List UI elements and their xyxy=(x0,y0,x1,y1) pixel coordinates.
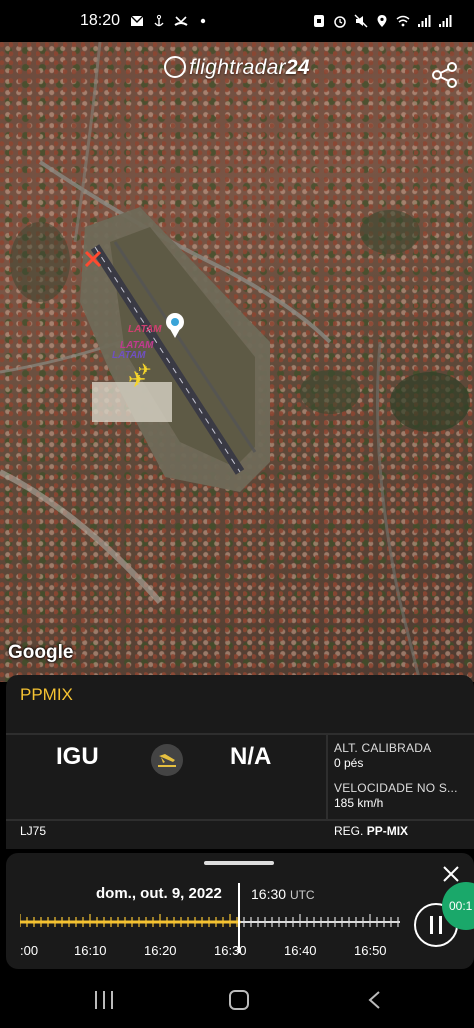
timeline-slider[interactable] xyxy=(20,913,400,931)
speed-value: 185 km/h xyxy=(334,796,384,810)
tick-label: 16:50 xyxy=(354,943,387,958)
radar-icon xyxy=(164,56,187,78)
tick-label: 16:40 xyxy=(284,943,317,958)
latam-marker[interactable]: LATAM xyxy=(112,350,146,361)
playback-date: dom., out. 9, 2022 xyxy=(96,885,222,902)
playback-time: 16:30 UTC xyxy=(251,886,315,902)
close-icon[interactable] xyxy=(442,865,460,883)
tick-label: :00 xyxy=(20,943,39,958)
latam-marker[interactable]: LATAM xyxy=(128,324,162,335)
missed-call-icon xyxy=(174,16,188,26)
reg-label: REG. xyxy=(334,824,364,838)
map-features: ✈ ✈ xyxy=(0,42,470,682)
tick-label: 16:20 xyxy=(144,943,177,958)
route-row: IGU N/A xyxy=(6,735,326,821)
share-icon[interactable] xyxy=(430,60,460,90)
speed-label: VELOCIDADE NO S... xyxy=(334,781,458,795)
status-bar: 18:20 xyxy=(0,0,474,42)
divider xyxy=(6,819,474,821)
reg-value: PP-MIX xyxy=(366,824,409,838)
playback-panel[interactable]: dom., out. 9, 2022 16:30 UTC :00 16:10 1… xyxy=(6,853,474,969)
altitude-value: 0 pés xyxy=(334,756,364,770)
anchor-icon xyxy=(154,14,164,27)
nfc-icon xyxy=(314,15,324,27)
wifi-icon xyxy=(396,15,410,27)
dot-icon xyxy=(200,18,206,24)
google-attribution: Google xyxy=(8,642,74,663)
mail-icon xyxy=(130,15,144,26)
mute-icon xyxy=(354,14,368,28)
altitude-label: ALT. CALIBRADA xyxy=(334,741,432,755)
navigation-bar xyxy=(0,972,474,1028)
drag-handle[interactable] xyxy=(204,861,274,865)
flight-number: LJ75 xyxy=(20,824,47,838)
home-button[interactable] xyxy=(229,990,249,1010)
svg-text:✈: ✈ xyxy=(138,360,151,379)
divider xyxy=(326,735,328,821)
origin-airport[interactable]: IGU xyxy=(56,743,99,771)
signal-icon xyxy=(439,15,452,27)
status-time: 18:20 xyxy=(80,12,121,29)
timezone-label: UTC xyxy=(289,888,315,902)
location-icon xyxy=(377,15,387,27)
landing-plane-icon xyxy=(151,744,183,776)
registration: REG. PP-MIX xyxy=(334,824,408,838)
recents-button[interactable] xyxy=(95,991,115,1009)
playback-time-value: 16:30 xyxy=(251,886,287,902)
flight-info-panel[interactable]: PPMIX IGU N/A ALT. CALIBRADA 0 pés VELOC… xyxy=(6,675,474,849)
altitude-stat: ALT. CALIBRADA 0 pés xyxy=(334,741,431,770)
tick-label: 16:30 xyxy=(214,943,247,958)
back-button[interactable] xyxy=(367,990,381,1010)
destination-airport[interactable]: N/A xyxy=(230,743,271,771)
callsign: PPMIX xyxy=(20,685,73,704)
satellite-map[interactable]: ✈ ✈ LATAM LATAM LATAM xyxy=(0,42,474,682)
alarm-icon xyxy=(334,16,346,28)
tick-label: 16:10 xyxy=(74,943,107,958)
speed-stat: VELOCIDADE NO S... 185 km/h xyxy=(334,781,458,810)
signal-icon xyxy=(418,15,431,27)
flightradar-logo: flightradar24 xyxy=(0,56,474,80)
